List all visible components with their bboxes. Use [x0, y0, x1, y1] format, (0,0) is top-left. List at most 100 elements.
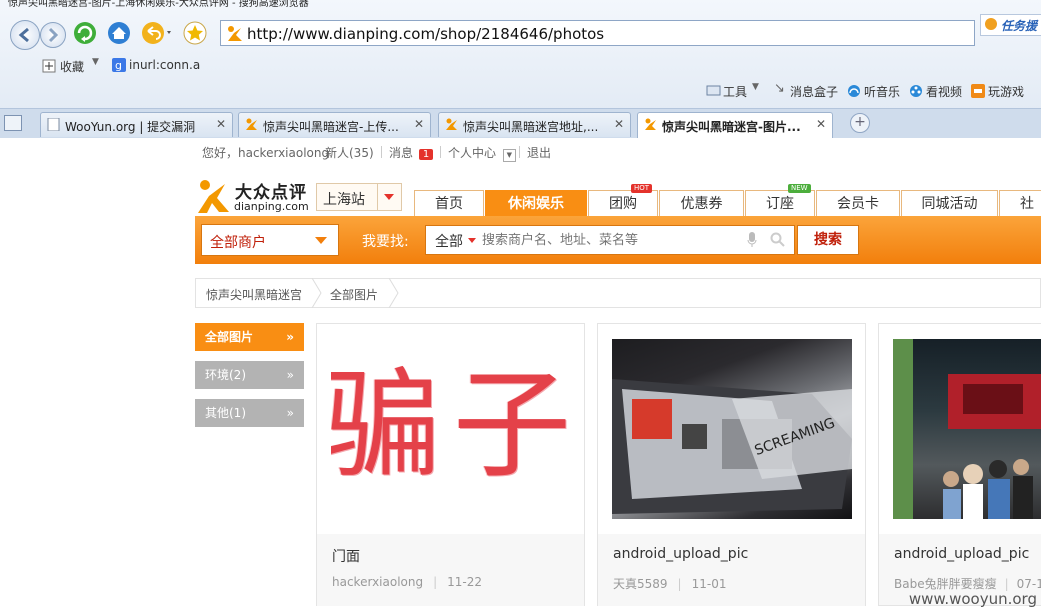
tool-message-box[interactable]: ↘ 消息盒子 [774, 81, 842, 99]
tab-label: 惊声尖叫黑暗迷宫-上传... [263, 120, 399, 134]
nav-reservation[interactable]: 订座 [745, 190, 815, 216]
favorites-label: 收藏 [60, 60, 85, 74]
nav-leisure[interactable]: 休闲娱乐 [485, 190, 587, 216]
chevron-down-icon: ▼ [752, 82, 759, 92]
photo-user[interactable]: hackerxiaolong [332, 575, 423, 589]
close-icon[interactable]: ✕ [614, 117, 624, 131]
divider [381, 146, 382, 158]
user-greeting[interactable]: 您好，hackerxiaolong [202, 144, 329, 161]
sidebar-item-other[interactable]: 其他(1)» [195, 399, 304, 427]
dianping-logo[interactable]: 大众点评 dianping.com [195, 178, 310, 216]
tool-music[interactable]: 听音乐 [847, 83, 905, 99]
forward-button[interactable] [40, 22, 66, 48]
google-icon: g [112, 58, 126, 72]
close-icon[interactable]: ✕ [816, 117, 826, 131]
messages-link[interactable]: 消息 1 [389, 144, 434, 161]
microphone-icon[interactable] [747, 232, 757, 248]
photo-user[interactable]: Babe兔胖胖要瘦瘦 [894, 577, 997, 591]
city-label: 上海站 [323, 192, 365, 208]
photo-title[interactable]: android_upload_pic [894, 546, 1029, 562]
tab-upload[interactable]: 惊声尖叫黑暗迷宫-上传... ✕ [238, 112, 431, 137]
close-icon[interactable]: ✕ [216, 117, 226, 131]
video-reel-icon [910, 85, 922, 97]
nav-coupons[interactable]: 优惠券 [659, 190, 744, 216]
dianping-favicon-icon [446, 118, 457, 130]
tab-strip: WooYun.org | 提交漏洞 ✕ 惊声尖叫黑暗迷宫-上传... ✕ 惊声尖… [0, 108, 1041, 138]
breadcrumb-separator-icon [311, 278, 322, 308]
tool-video[interactable]: 看视频 [909, 83, 967, 99]
divider [440, 146, 441, 158]
personal-center-menu[interactable]: 个人中心 ▼ [448, 144, 516, 162]
task-button[interactable]: 任务援 [980, 14, 1041, 36]
favorites-menu[interactable]: 收藏 ▼ [42, 57, 104, 74]
nav-home[interactable]: 首页 [414, 190, 484, 216]
refresh-icon [74, 22, 96, 44]
new-tab-button[interactable]: + [850, 113, 870, 133]
nav-membercard[interactable]: 会员卡 [816, 190, 900, 216]
tab-list-icon[interactable] [4, 115, 22, 131]
city-selector[interactable]: 上海站 [316, 183, 402, 211]
tool-gongju[interactable]: 工具 ▼ [706, 82, 766, 99]
chevron-right-icon: » [286, 330, 294, 344]
search-input[interactable] [480, 229, 734, 251]
task-label: 任务援 [1001, 19, 1038, 33]
photo-card[interactable]: SCREAMING android_upload_pic 天真5589 | 11-0… [597, 323, 866, 606]
breadcrumb-shop[interactable]: 惊声尖叫黑暗迷宫 [206, 286, 302, 303]
breadcrumb-current: 全部图片 [330, 288, 379, 302]
sidebar-item-environment[interactable]: 环境(2)» [195, 361, 304, 389]
photo-thumbnail[interactable]: 骗子 [331, 339, 571, 519]
nav-community[interactable]: 社区 [999, 190, 1041, 216]
search-icon[interactable] [770, 232, 786, 248]
nav-groupbuy[interactable]: 团购 [588, 190, 658, 216]
back-arrow-icon [18, 27, 29, 43]
photo-meta: hackerxiaolong | 11-22 [332, 575, 483, 589]
photo-title[interactable]: 门面 [332, 546, 360, 566]
search-field[interactable]: 全部 [425, 225, 795, 255]
search-scope[interactable]: 全部 [435, 231, 463, 251]
bookmark-label: inurl:conn.a [129, 58, 201, 72]
tool-label: 看视频 [926, 85, 963, 99]
forward-arrow-icon [48, 27, 59, 43]
svg-text:g: g [115, 59, 122, 72]
chevron-down-icon: ▼ [502, 149, 516, 162]
new-badge: NEW [788, 184, 811, 193]
chevron-right-icon: » [286, 406, 294, 420]
close-icon[interactable]: ✕ [414, 117, 424, 131]
browser-chrome: 惊声尖叫黑暗迷宫-图片-上海休闲娱乐-大众点评网 - 搜狗高速浏览器 http:… [0, 0, 1041, 138]
messages-label: 消息 [389, 146, 414, 160]
tab-label: WooYun.org | 提交漏洞 [65, 120, 196, 134]
photo-meta: 天真5589 | 11-01 [613, 577, 727, 591]
search-label: 我要找: [362, 234, 409, 250]
logo-figure-icon [198, 180, 229, 213]
refresh-button[interactable] [72, 20, 98, 46]
photo-card[interactable]: 骗子 门面 hackerxiaolong | 11-22 [316, 323, 585, 606]
photo-card[interactable]: android_upload_pic Babe兔胖胖要瘦瘦|07-1 [878, 323, 1041, 606]
undo-button[interactable] [140, 20, 174, 46]
favorite-star-button[interactable] [182, 20, 208, 46]
home-button[interactable] [106, 20, 132, 46]
personal-center-label: 个人中心 [448, 146, 497, 160]
tool-label: 听音乐 [864, 85, 901, 99]
tab-address[interactable]: 惊声尖叫黑暗迷宫地址,... ✕ [438, 112, 631, 137]
search-button[interactable]: 搜索 [797, 225, 859, 255]
photo-title[interactable]: android_upload_pic [613, 546, 748, 562]
photo-user[interactable]: 天真5589 [613, 577, 668, 591]
photo-date: 11-01 [691, 577, 727, 591]
nav-city-events[interactable]: 同城活动 [901, 190, 998, 216]
undo-icon [142, 22, 171, 44]
chevron-down-icon: ▼ [92, 57, 99, 67]
photo-thumbnail[interactable]: SCREAMING [612, 339, 852, 519]
photo-thumbnail[interactable] [893, 339, 1041, 519]
back-button[interactable] [10, 20, 40, 50]
bookmark-inurl[interactable]: g inurl:conn.a [112, 58, 202, 74]
category-select[interactable]: 全部商户 [201, 224, 339, 256]
tab-photos[interactable]: 惊声尖叫黑暗迷宫-图片... ✕ [637, 112, 833, 138]
window-title: 惊声尖叫黑暗迷宫-图片-上海休闲娱乐-大众点评网 - 搜狗高速浏览器 [8, 0, 309, 9]
logout-link[interactable]: 退出 [527, 144, 551, 161]
tool-games[interactable]: 玩游戏 [971, 83, 1033, 99]
sidebar-item-all-photos[interactable]: 全部图片» [195, 323, 304, 351]
tab-wooyun[interactable]: WooYun.org | 提交漏洞 ✕ [40, 112, 233, 137]
newbie-level[interactable]: 新人(35) [325, 144, 374, 161]
address-bar[interactable]: http://www.dianping.com/shop/2184646/pho… [220, 20, 975, 46]
tab-label: 惊声尖叫黑暗迷宫-图片... [662, 120, 801, 134]
